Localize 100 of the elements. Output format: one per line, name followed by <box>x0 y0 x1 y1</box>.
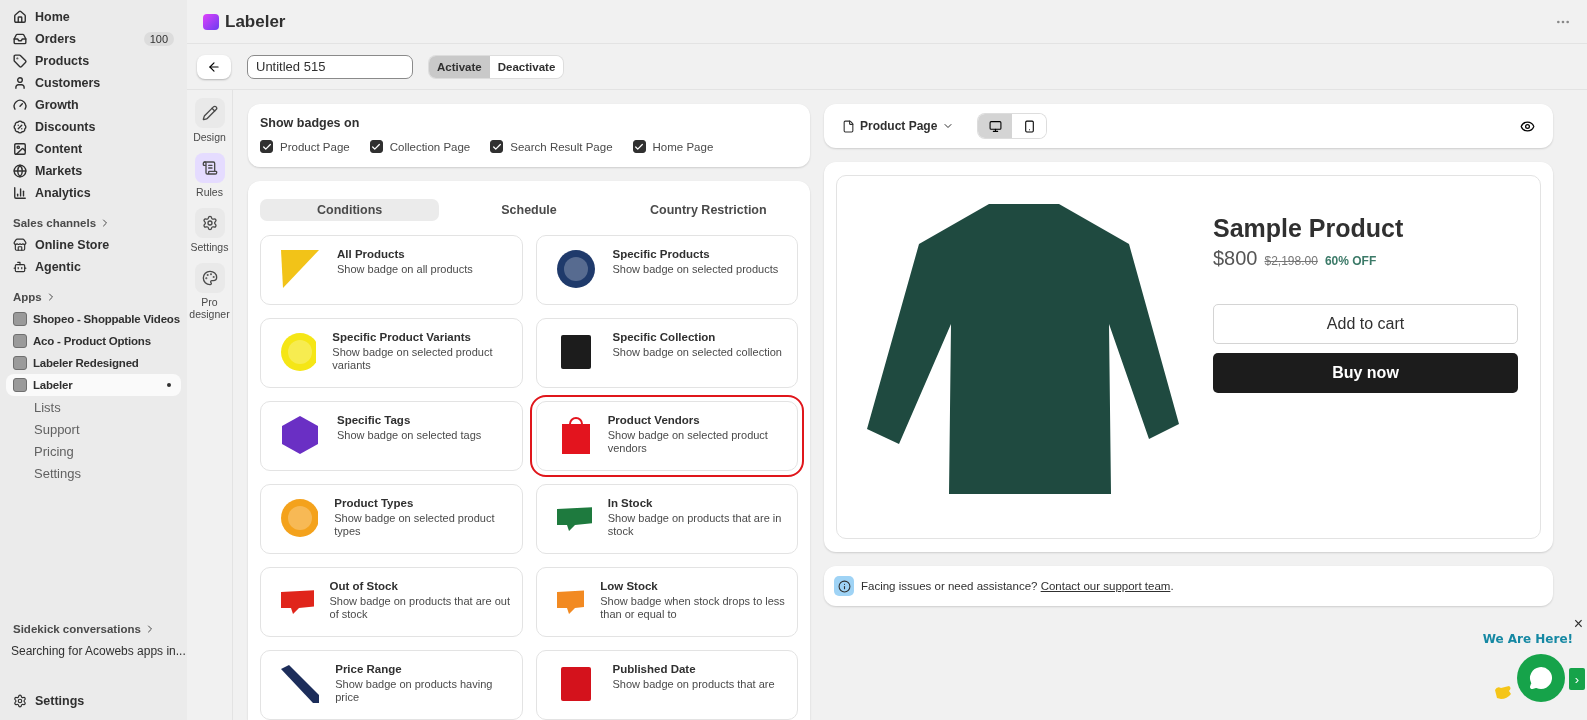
app-logo <box>203 13 219 30</box>
buy-now-button[interactable]: Buy now <box>1213 353 1518 393</box>
condition-title: Product Types <box>334 497 415 509</box>
chat-bubble-icon <box>1529 666 1553 690</box>
rail-item[interactable]: Pro designer <box>187 263 232 320</box>
sidebar-subitem[interactable]: Support <box>6 418 181 440</box>
active-dot <box>167 383 171 387</box>
page-select[interactable]: Product Page <box>842 119 955 133</box>
desktop-view-button[interactable] <box>978 114 1013 138</box>
card-title: Show badges on <box>260 116 361 130</box>
name-input[interactable]: Untitled 515 <box>247 54 413 79</box>
sidebar-item[interactable]: Analytics <box>6 182 181 204</box>
app-title: Labeler <box>225 11 286 32</box>
checkbox[interactable] <box>260 140 273 153</box>
condition-card[interactable]: Low Stock Show badge when stock drops to less than or equal to <box>535 567 798 637</box>
condition-title: Specific Tags <box>337 414 412 426</box>
image-icon <box>13 142 27 156</box>
close-button[interactable]: × <box>1573 616 1583 632</box>
app-icon <box>13 334 27 348</box>
sidebar-item[interactable]: Home <box>6 6 181 28</box>
condition-card[interactable]: Specific Tags Show badge on selected tags <box>260 401 523 471</box>
section-heading[interactable]: Sales channels <box>6 212 181 234</box>
condition-description: Show badge on selected product variants <box>332 346 494 373</box>
condition-card[interactable]: Specific Collection Show badge on selected collection <box>535 318 798 388</box>
add-to-cart-button[interactable]: Add to cart <box>1213 304 1518 344</box>
rail-item[interactable]: Rules <box>187 153 232 198</box>
sidebar-item[interactable]: Labeler Redesigned <box>6 352 181 374</box>
condition-description: Show badge on products that are <box>612 678 775 692</box>
condition-title: In Stock <box>607 497 654 509</box>
chat-greeting: We Are Here! <box>1482 632 1573 646</box>
phone-icon <box>1022 119 1036 133</box>
status-button[interactable]: Activate <box>429 55 490 78</box>
globe-icon <box>13 164 27 178</box>
product-title: Sample Product <box>1213 214 1405 243</box>
condition-card[interactable]: Specific Products Show badge on selected products <box>535 235 798 305</box>
rail-item[interactable]: Settings <box>187 208 232 253</box>
status-button[interactable]: Deactivate <box>489 55 564 78</box>
monitor-icon <box>988 119 1002 133</box>
condition-description: Show badge on selected products <box>612 263 779 277</box>
condition-title: Published Date <box>612 663 697 675</box>
compare-price: $2,198.00 <box>1264 254 1318 268</box>
inbox-icon <box>13 32 27 46</box>
condition-description: Show badge when stock drops to less than or equal to <box>600 595 786 622</box>
store-icon <box>13 238 27 252</box>
person-icon <box>13 76 27 90</box>
checkbox[interactable] <box>632 140 646 153</box>
condition-card[interactable]: Price Range Show badge on products having price <box>260 650 523 720</box>
sidebar-item[interactable]: Customers <box>6 72 181 94</box>
discount-label: 60% OFF <box>1324 254 1377 268</box>
page-checkbox[interactable]: Search Result Page <box>490 140 613 153</box>
sidebar-item[interactable]: Products <box>6 50 181 72</box>
back-arrow-icon <box>207 59 221 74</box>
sidebar-item[interactable]: Labeler <box>6 374 181 396</box>
condition-description: Show badge on all products <box>337 263 473 277</box>
sidebar-subitem[interactable]: Pricing <box>6 440 181 462</box>
sidebar-subitem[interactable]: Settings <box>6 462 181 484</box>
sidebar-item[interactable]: Agentic <box>6 256 181 278</box>
page-checkbox[interactable]: Home Page <box>632 140 714 153</box>
sidebar-item[interactable]: Settings <box>6 690 181 712</box>
count-badge: 100 <box>143 32 174 46</box>
condition-title: All Products <box>337 248 406 260</box>
tab[interactable]: Schedule <box>439 199 619 221</box>
condition-description: Show badge on selected tags <box>337 429 482 443</box>
page-checkbox[interactable]: Collection Page <box>369 140 471 153</box>
condition-description: Show badge on products that are in stock <box>607 512 783 539</box>
section-heading[interactable]: Sidekick conversations <box>6 618 181 640</box>
preview-eye-icon[interactable] <box>1520 118 1535 134</box>
condition-title: Specific Collection <box>612 331 717 343</box>
sidebar-item[interactable]: Aco - Product Options <box>6 330 181 352</box>
condition-card[interactable]: All Products Show badge on all products <box>260 235 523 305</box>
condition-title: Low Stock <box>600 580 659 592</box>
sidebar-item[interactable]: Orders 100 <box>6 28 181 50</box>
checkbox[interactable] <box>490 140 504 153</box>
condition-card[interactable]: Product Types Show badge on selected product types <box>260 484 523 554</box>
tab[interactable]: Conditions <box>260 199 440 221</box>
sidebar-item[interactable]: Growth <box>6 94 181 116</box>
condition-title: Specific Products <box>612 248 711 260</box>
file-icon <box>842 119 855 133</box>
section-heading[interactable]: Apps <box>6 286 181 308</box>
condition-title: Out of Stock <box>329 580 399 592</box>
sidebar-item[interactable]: Markets <box>6 160 181 182</box>
condition-card[interactable]: Out of Stock Show badge on products that are out of stock <box>260 567 523 637</box>
condition-description: Show badge on selected collection <box>612 346 782 360</box>
chat-button[interactable] <box>1517 654 1565 702</box>
back-button[interactable] <box>197 54 231 79</box>
condition-description: Show badge on selected product vendors <box>607 429 769 456</box>
sidebar-item[interactable]: Shopeo - Shoppable Videos <box>6 308 181 330</box>
condition-card[interactable]: Specific Product Variants Show badge on selected product variants <box>260 318 523 388</box>
discount-icon <box>13 120 27 134</box>
condition-card[interactable]: In Stock Show badge on products that are in stock <box>535 484 798 554</box>
sidebar-item[interactable]: Content <box>6 138 181 160</box>
rail-item[interactable]: Design <box>187 98 232 143</box>
page-checkbox[interactable]: Product Page <box>260 140 350 153</box>
tag-icon <box>13 54 27 68</box>
condition-card[interactable]: Published Date Show badge on products that are <box>535 650 798 720</box>
sidebar-item[interactable]: Online Store <box>6 234 181 256</box>
tab[interactable]: Country Restriction <box>618 199 798 221</box>
checkbox[interactable] <box>369 140 383 153</box>
sidebar-subitem[interactable]: Lists <box>6 396 181 418</box>
sidebar-item[interactable]: Discounts <box>6 116 181 138</box>
